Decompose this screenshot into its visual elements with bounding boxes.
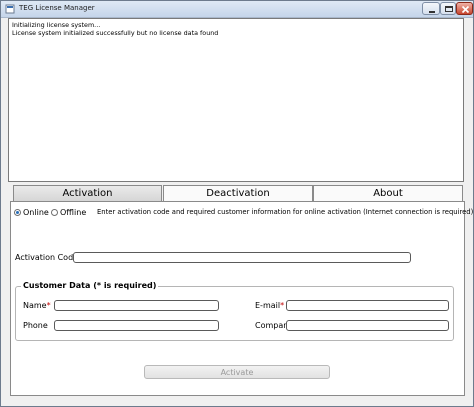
phone-label: Phone	[23, 321, 48, 330]
tab-strip: Activation Deactivation About	[13, 185, 463, 202]
offline-radio[interactable]	[51, 209, 58, 216]
phone-input[interactable]	[54, 320, 219, 331]
tab-deactivation[interactable]: Deactivation	[163, 185, 313, 201]
title-bar[interactable]: TEG License Manager	[1, 1, 473, 18]
log-line: Initializing license system...	[12, 21, 101, 29]
name-label: Name*	[23, 301, 51, 310]
company-input[interactable]	[286, 320, 449, 331]
log-output[interactable]: Initializing license system... License s…	[8, 18, 464, 182]
app-icon	[5, 4, 15, 14]
license-manager-window: TEG License Manager Initializing license…	[0, 0, 474, 407]
email-label: E-mail*	[255, 301, 284, 310]
customer-data-title: Customer Data (* is required)	[21, 281, 159, 290]
activate-button[interactable]: Activate	[144, 365, 330, 379]
tab-activation[interactable]: Activation	[13, 185, 162, 201]
window-title: TEG License Manager	[19, 4, 95, 12]
minimize-button[interactable]	[422, 2, 440, 15]
maximize-icon	[445, 6, 453, 12]
minimize-icon	[429, 11, 435, 13]
online-radio-label[interactable]: Online	[23, 208, 49, 217]
activation-code-label: Activation Code	[15, 253, 79, 262]
required-marker: *	[46, 301, 51, 310]
email-label-text: E-mail	[255, 301, 281, 310]
customer-data-group	[15, 286, 454, 341]
tab-about[interactable]: About	[313, 185, 463, 201]
required-marker: *	[280, 301, 285, 310]
activation-code-input[interactable]	[73, 252, 411, 263]
maximize-button[interactable]	[440, 2, 456, 15]
close-icon	[461, 5, 470, 14]
log-line: License system initialized successfully …	[12, 29, 219, 37]
name-input[interactable]	[54, 300, 219, 311]
email-input[interactable]	[286, 300, 449, 311]
close-button[interactable]	[456, 2, 473, 15]
name-label-text: Name	[23, 301, 47, 310]
activation-instructions: Enter activation code and required custo…	[97, 208, 474, 216]
offline-radio-label[interactable]: Offline	[60, 208, 86, 217]
online-radio[interactable]	[14, 209, 21, 216]
